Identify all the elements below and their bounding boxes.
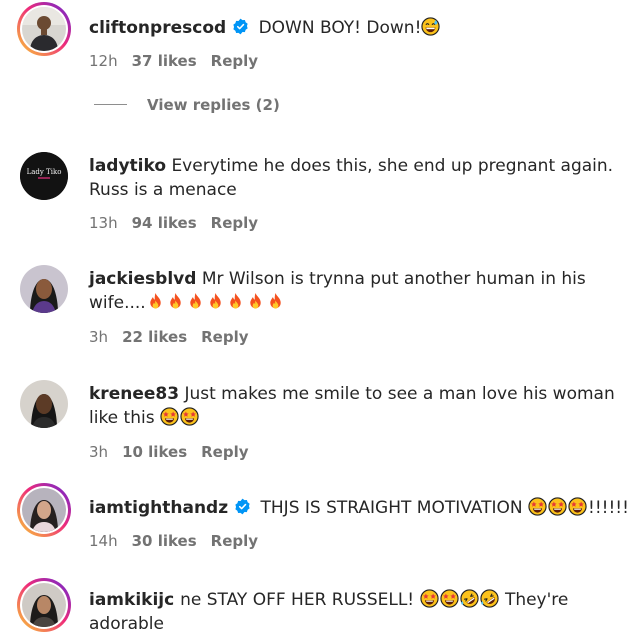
comment-username[interactable]: iamtighthandz: [89, 498, 228, 518]
view-replies-button[interactable]: View replies (2): [94, 96, 280, 122]
profile-photo-icon: [20, 380, 68, 428]
comment-iamtighthandz: iamtighthandz THJS IS STRAIGHT MOTIVATIO…: [0, 480, 634, 570]
comment-text-continued: wife....: [89, 293, 146, 313]
comment-text: Mr Wilson is trynna put another human in…: [201, 269, 586, 289]
star-struck-emoji-icon: [568, 497, 587, 516]
verified-badge-icon: [232, 18, 249, 35]
star-struck-emoji-icon: [180, 407, 199, 426]
replies-divider: [94, 104, 127, 105]
avatar[interactable]: [20, 265, 68, 313]
fire-emoji-icon: [246, 292, 265, 311]
avatar[interactable]: [17, 2, 71, 56]
comment-likes[interactable]: 30 likes: [132, 532, 197, 550]
grinning-sweat-emoji-icon: [421, 17, 440, 36]
avatar[interactable]: [17, 578, 71, 632]
avatar[interactable]: [17, 483, 71, 537]
comment-jackiesblvd: jackiesblvd Mr Wilson is trynna put anot…: [0, 252, 634, 368]
comment-text: Everytime he does this, she end up pregn…: [171, 156, 614, 176]
profile-photo-icon: [22, 7, 66, 51]
profile-photo-icon: [22, 583, 66, 627]
reply-button[interactable]: Reply: [201, 328, 248, 346]
reply-button[interactable]: Reply: [201, 443, 248, 461]
fire-emoji-icon: [206, 292, 225, 311]
avatar[interactable]: Lady Tiko: [20, 152, 68, 200]
reply-button[interactable]: Reply: [211, 532, 258, 550]
comment-text-end: They're: [504, 590, 569, 610]
comment-text: DOWN BOY! Down!: [258, 18, 422, 38]
star-struck-emoji-icon: [160, 407, 179, 426]
star-struck-emoji-icon: [548, 497, 567, 516]
comment-text-suffix: !!!!!!: [588, 498, 629, 518]
comment-username[interactable]: ladytiko: [89, 156, 166, 176]
comment-iamkikijones: iamkikijc ne STAY OFF HER RUSSELL! They'…: [0, 570, 634, 641]
comment-username[interactable]: cliftonprescod: [89, 18, 226, 38]
comment-time: 14h: [89, 532, 118, 550]
comment-text: THJS IS STRAIGHT MOTIVATION: [260, 498, 523, 518]
comment-text-continued: Russ is a menace: [89, 180, 237, 200]
star-struck-emoji-icon: [420, 589, 439, 608]
comment-krenee83: krenee83 Just makes me smile to see a ma…: [0, 368, 634, 480]
comment-time: 13h: [89, 214, 118, 232]
fire-emoji-icon: [166, 292, 185, 311]
profile-photo-icon: [20, 265, 68, 313]
comment-time: 12h: [89, 52, 118, 70]
fire-emoji-icon: [266, 292, 285, 311]
brand-logo-icon: Lady Tiko: [20, 152, 68, 200]
comment-likes[interactable]: 10 likes: [122, 443, 187, 461]
comment-ladytiko: Lady Tiko ladytiko Everytime he does thi…: [0, 140, 634, 252]
star-struck-emoji-icon: [528, 497, 547, 516]
rolling-laughing-emoji-icon: [460, 589, 479, 608]
comment-username[interactable]: jackiesblvd: [89, 269, 196, 289]
comment-text-continued: adorable: [89, 614, 164, 634]
comment-username[interactable]: iamkikijc ne: [89, 590, 201, 610]
star-struck-emoji-icon: [440, 589, 459, 608]
fire-emoji-icon: [186, 292, 205, 311]
avatar[interactable]: [20, 380, 68, 428]
profile-photo-icon: [22, 488, 66, 532]
svg-text:Lady Tiko: Lady Tiko: [27, 168, 62, 176]
view-replies-label: View replies (2): [147, 96, 280, 114]
comment-likes[interactable]: 22 likes: [122, 328, 187, 346]
comment-cliftonprescod: cliftonprescod DOWN BOY! Down! 12h 37 lik…: [0, 0, 634, 140]
comment-text: STAY OFF HER RUSSELL!: [206, 590, 415, 610]
reply-button[interactable]: Reply: [211, 214, 258, 232]
reply-button[interactable]: Reply: [211, 52, 258, 70]
fire-emoji-icon: [146, 292, 165, 311]
fire-emoji-icon: [226, 292, 245, 311]
comment-likes[interactable]: 94 likes: [132, 214, 197, 232]
rolling-laughing-emoji-icon: [480, 589, 499, 608]
comment-likes[interactable]: 37 likes: [132, 52, 197, 70]
comment-time: 3h: [89, 443, 109, 461]
verified-badge-icon: [234, 498, 251, 515]
comment-username[interactable]: krenee83: [89, 384, 179, 404]
comment-text: Just makes me smile to see a man love hi…: [184, 384, 615, 404]
comment-time: 3h: [89, 328, 109, 346]
comment-text-continued: like this: [89, 408, 155, 428]
